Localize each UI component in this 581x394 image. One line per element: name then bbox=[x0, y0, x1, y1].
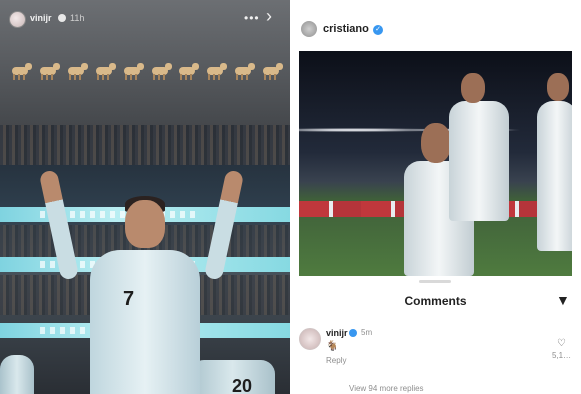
verified-badge-icon: ✓ bbox=[373, 25, 383, 35]
comment-text: 🐐 bbox=[326, 341, 339, 352]
celebrating-player: 7 bbox=[38, 169, 245, 394]
post-header: cristiano ✓ bbox=[299, 7, 572, 51]
crowd-stands bbox=[0, 125, 290, 165]
player-head bbox=[125, 200, 165, 248]
goat-emoji-icon bbox=[92, 60, 117, 80]
goat-emoji-icon bbox=[148, 60, 173, 80]
post-username[interactable]: cristiano bbox=[323, 23, 369, 35]
story-timestamp: 11h bbox=[70, 13, 85, 23]
jersey-number: 7 bbox=[123, 288, 135, 310]
story-username[interactable]: vinijr bbox=[30, 13, 52, 23]
player-head bbox=[461, 73, 485, 103]
story-header: vinijr 11h ••• › bbox=[0, 4, 290, 30]
player-head bbox=[421, 123, 451, 163]
avatar[interactable] bbox=[301, 21, 317, 37]
view-replies-link[interactable]: View 94 more replies bbox=[349, 384, 424, 393]
player-jersey bbox=[449, 101, 509, 221]
comment-username[interactable]: vinijr bbox=[326, 328, 348, 338]
post-panel: cristiano ✓ Comments ▼ vinijr 5m 🐐 Reply… bbox=[299, 7, 572, 394]
goat-emoji-icon bbox=[259, 60, 284, 80]
player-jersey bbox=[90, 250, 200, 394]
sheet-grab-handle[interactable] bbox=[419, 280, 451, 283]
raised-arm bbox=[38, 169, 80, 281]
avatar[interactable] bbox=[9, 11, 26, 28]
goat-emoji-icon bbox=[175, 60, 200, 80]
close-icon[interactable]: › bbox=[266, 6, 272, 27]
goat-emoji-icon bbox=[203, 60, 228, 80]
player-head bbox=[547, 73, 569, 101]
comments-title: Comments bbox=[404, 294, 467, 308]
player-jersey bbox=[537, 101, 572, 251]
verified-badge-icon bbox=[58, 14, 66, 22]
goat-emoji-icon bbox=[8, 60, 33, 80]
heart-icon[interactable]: ♡ bbox=[557, 338, 566, 349]
more-dots-icon[interactable]: ••• bbox=[244, 11, 260, 25]
goat-emoji-icon bbox=[120, 60, 145, 80]
raised-arm bbox=[203, 169, 245, 281]
comments-sheet: Comments ▼ vinijr 5m 🐐 Reply ♡ 5,1… View… bbox=[299, 276, 572, 394]
filter-icon[interactable]: ▼ bbox=[556, 292, 570, 308]
post-photo[interactable] bbox=[299, 51, 572, 293]
goat-emoji-icon bbox=[64, 60, 89, 80]
goat-emoji-row bbox=[8, 60, 284, 80]
verified-badge-icon bbox=[349, 329, 357, 337]
background-player bbox=[0, 355, 34, 394]
like-count: 5,1… bbox=[552, 351, 572, 360]
reply-button[interactable]: Reply bbox=[326, 356, 346, 365]
story-panel: vinijr 11h ••• › 20 7 bbox=[0, 0, 290, 394]
avatar[interactable] bbox=[299, 328, 321, 350]
comment-timestamp: 5m bbox=[361, 328, 373, 337]
goat-emoji-icon bbox=[231, 60, 256, 80]
goat-emoji-icon bbox=[36, 60, 61, 80]
